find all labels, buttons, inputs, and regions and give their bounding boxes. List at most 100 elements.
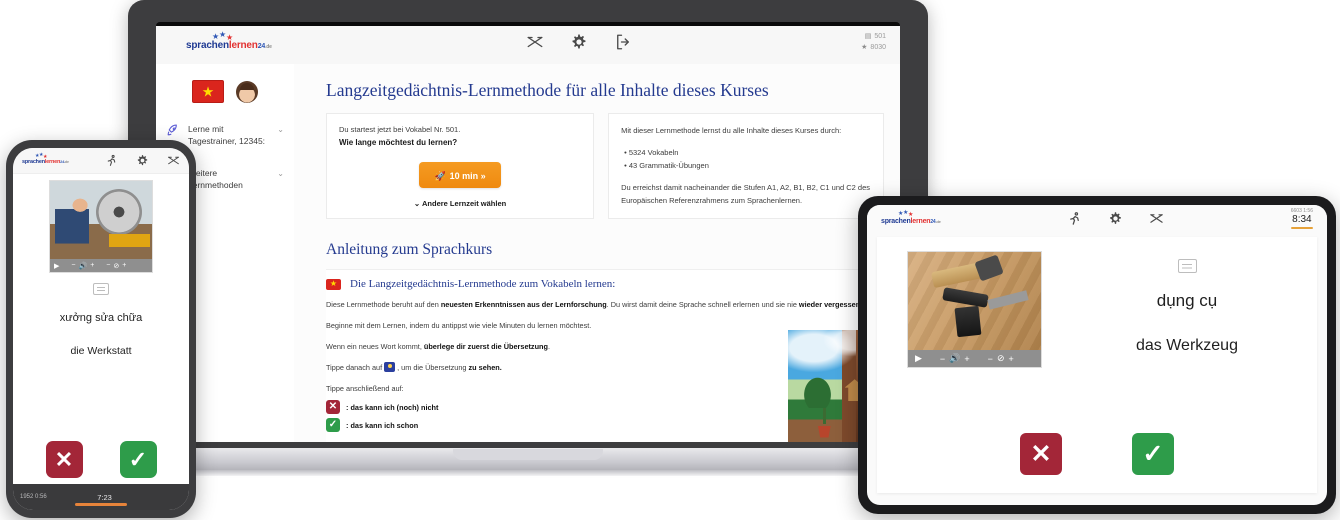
speed-minus-icon[interactable]: −: [106, 262, 110, 269]
tablet-answer-buttons: ✕ ✓: [877, 433, 1317, 475]
volume-plus-icon[interactable]: +: [90, 262, 94, 269]
phone-topbar: ★ ★ ★ sprachenlernen24.de: [13, 148, 189, 174]
tablet-status-tiny: 6603 1:56: [1290, 207, 1313, 214]
phone-video-player[interactable]: ▶ − 🔊 + − ⊘ +: [49, 180, 153, 273]
volume-minus-icon[interactable]: −: [940, 354, 945, 364]
p1-b: neuesten Erkenntnissen aus der Lernforsc…: [440, 300, 607, 309]
brand-logo[interactable]: ★ ★ ★ sprachenlernen24.de: [881, 210, 941, 225]
vocab-word-native: das Werkzeug: [1136, 337, 1238, 354]
logout-icon[interactable]: [614, 33, 632, 51]
answer-no-label: : das kann ich (noch) nicht: [346, 402, 439, 412]
gear-icon[interactable]: [570, 33, 588, 51]
answer-yes-button[interactable]: ✓: [119, 441, 157, 478]
star-counter-value: 8030: [870, 44, 886, 51]
tablet-topbar: ★ ★ ★ sprachenlernen24.de 6603 1:56 8:34: [867, 205, 1327, 231]
phone-video-thumbnail: [50, 181, 152, 259]
crossed-arrows-icon[interactable]: [167, 154, 180, 167]
duration-question: Wie lange möchtest du lernen?: [339, 138, 458, 147]
plane-shape: [954, 305, 982, 338]
speed-minus-icon[interactable]: −: [988, 354, 993, 364]
bullet-grammatik: • 43 Grammatik-Übungen: [624, 161, 709, 170]
phone-answer-buttons: ✕ ✓: [13, 441, 189, 478]
answer-yes-button[interactable]: ✓: [1132, 433, 1174, 475]
phone-vocab-card: ▶ − 🔊 + − ⊘ + xưởng sửa chữa die Werksta…: [13, 174, 189, 357]
running-icon[interactable]: [1067, 211, 1082, 226]
vocab-word-foreign: xưởng sửa chữa: [59, 312, 143, 324]
wheel-shape: [95, 188, 142, 235]
laptop-counters: ▤ 501 ★ 8030: [861, 31, 886, 53]
start-10min-button[interactable]: 🚀 10 min »: [419, 162, 502, 188]
speed-plus-icon[interactable]: +: [1008, 354, 1013, 364]
phone-video-controls[interactable]: ▶ − 🔊 + − ⊘ +: [50, 259, 152, 272]
answer-no-button[interactable]: ✕: [45, 441, 83, 478]
tablet-video-player[interactable]: ▶ − 🔊 + − ⊘ +: [907, 251, 1042, 368]
tablet-screen: ★ ★ ★ sprachenlernen24.de 6603 1:56 8:34…: [867, 205, 1327, 505]
vocab-word-native: die Werkstatt: [70, 345, 132, 357]
volume-minus-icon[interactable]: −: [71, 262, 75, 269]
learn-time-card: Du startest jetzt bei Vokabel Nr. 501. W…: [326, 113, 595, 219]
brand-logo[interactable]: ★ ★ ★ sprachenlernen24.de: [186, 30, 272, 51]
logo-text-1: sprachen: [186, 40, 229, 51]
hint-card-icon[interactable]: [1177, 259, 1197, 273]
chevron-down-icon[interactable]: ⌄: [277, 167, 284, 178]
vocab-word-foreign: dụng cụ: [1156, 291, 1218, 310]
tablet-video-controls[interactable]: ▶ − 🔊 + − ⊘ +: [908, 350, 1041, 367]
plant-stem-shape: [823, 400, 827, 425]
play-icon[interactable]: ▶: [54, 262, 59, 270]
volume-icon[interactable]: 🔊: [949, 353, 960, 364]
cards-row: Du startest jetzt bei Vokabel Nr. 501. W…: [326, 113, 884, 219]
speed-icon[interactable]: ⊘: [113, 262, 119, 270]
tablet-device: ★ ★ ★ sprachenlernen24.de 6603 1:56 8:34…: [858, 196, 1336, 514]
start-vocab-text: Du startest jetzt bei Vokabel Nr. 501.: [339, 125, 461, 134]
tablet-video-thumbnail: [908, 252, 1041, 350]
gear-icon[interactable]: [1108, 211, 1123, 226]
hint-bulb-icon: [384, 362, 396, 372]
laptop-bezel: ★ ★ ★ sprachenlernen24.de ▤ 501 ★ 8030 ★…: [156, 22, 900, 442]
phone-navbar: 1952 0:56 7:23: [13, 484, 189, 510]
speed-plus-icon[interactable]: +: [122, 262, 126, 269]
phone-screen: ★ ★ ★ sprachenlernen24.de ▶ − 🔊 + − ⊘ + …: [13, 148, 189, 510]
tablet-vocab-card: ▶ − 🔊 + − ⊘ + dụng cụ das Werkzeug ✕ ✓: [877, 237, 1317, 493]
volume-icon[interactable]: 🔊: [78, 262, 87, 270]
vietnam-flag-icon[interactable]: [192, 80, 224, 103]
laptop-topbar: ★ ★ ★ sprachenlernen24.de ▤ 501 ★ 8030: [156, 26, 900, 65]
play-icon[interactable]: ▶: [915, 353, 922, 364]
course-levels: Du erreichst damit nacheinander die Stuf…: [621, 183, 871, 205]
rocket-icon: 🚀: [434, 171, 446, 181]
p3-b: überlege dir zuerst die Übersetzung: [423, 342, 548, 351]
p3-c: .: [547, 342, 550, 351]
volume-plus-icon[interactable]: +: [964, 354, 969, 364]
crossed-arrows-icon[interactable]: [526, 33, 544, 51]
phone-home-indicator[interactable]: [75, 503, 127, 506]
logo-text-1: sprachen: [881, 217, 911, 225]
p1-a: Diese Lernmethode beruht auf den: [326, 300, 441, 309]
logo-stars-icon: ★ ★ ★: [212, 30, 234, 42]
crossed-arrows-icon[interactable]: [1149, 211, 1164, 226]
avatar[interactable]: [236, 80, 258, 103]
speed-icon[interactable]: ⊘: [997, 353, 1005, 364]
book-counter-icon: ▤: [864, 33, 872, 40]
instructions-heading-row: Die Langzeitgedächtnis-Lernmethode zum V…: [326, 278, 884, 290]
answer-no-button[interactable]: ✕: [1020, 433, 1062, 475]
running-icon[interactable]: [105, 154, 118, 167]
brand-logo[interactable]: ★ ★ ★ sprachenlernen24.de: [22, 153, 69, 166]
chevron-down-icon[interactable]: ⌄: [277, 123, 284, 134]
vietnam-flag-icon: [326, 278, 341, 290]
p4-a: Tippe danach auf: [326, 363, 383, 372]
tablet-word-area: dụng cụ das Werkzeug: [1067, 251, 1307, 355]
vocab-counter-value: 501: [874, 33, 886, 40]
hint-card-icon[interactable]: [93, 283, 109, 295]
logo-text-4: .de: [64, 160, 69, 165]
rocket-icon: [166, 123, 180, 137]
answer-yes-label: : das kann ich schon: [346, 420, 419, 430]
bullet-vokabeln: • 5324 Vokabeln: [624, 148, 679, 157]
phone-clock: 7:23: [97, 492, 112, 502]
course-content-card: Mit dieser Lernmethode lernst du alle In…: [608, 113, 884, 219]
choose-other-time-link[interactable]: ⌄ Andere Lernzeit wählen: [339, 199, 581, 208]
gear-icon[interactable]: [136, 154, 149, 167]
phone-topbar-icons: [105, 154, 180, 167]
mechanic-shape: [54, 195, 99, 259]
course-bullets: • 5324 Vokabeln • 43 Grammatik-Übungen: [624, 146, 871, 172]
logo-text-2: lernen: [228, 40, 258, 51]
p1-c: . Du wirst damit deine Sprache schnell e…: [606, 300, 799, 309]
